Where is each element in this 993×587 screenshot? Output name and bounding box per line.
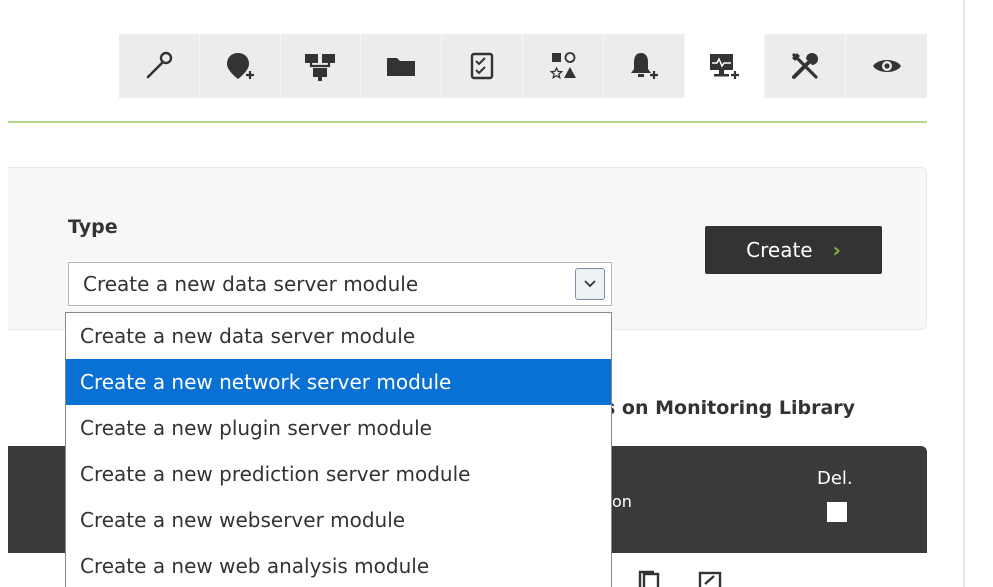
toolbar — [119, 34, 927, 98]
delete-column-label: Del. — [817, 468, 853, 489]
dropdown-option[interactable]: Create a new plugin server module — [66, 405, 611, 451]
toolbar-network-button[interactable] — [281, 34, 362, 98]
table-column-fragment: on — [612, 492, 632, 511]
add-monitor-icon — [710, 54, 740, 79]
row-action-icons — [634, 570, 726, 587]
add-location-icon — [226, 53, 254, 79]
edit-icon[interactable] — [694, 570, 726, 587]
dropdown-option[interactable]: Create a new data server module — [66, 313, 611, 359]
dropdown-option[interactable]: Create a new prediction server module — [66, 451, 611, 497]
toolbar-eye-button[interactable] — [846, 34, 927, 98]
toolbar-shapes-button[interactable] — [523, 34, 604, 98]
add-alert-icon — [630, 53, 658, 79]
type-dropdown-list: Create a new data server module Create a… — [65, 312, 612, 587]
chevron-right-icon: › — [832, 238, 841, 262]
dropdown-option[interactable]: Create a new webserver module — [66, 497, 611, 543]
folder-icon — [387, 58, 416, 76]
toolbar-wand-button[interactable] — [119, 34, 200, 98]
type-select-value: Create a new data server module — [83, 272, 419, 296]
toolbar-checklist-button[interactable] — [442, 34, 523, 98]
copy-icon[interactable] — [634, 570, 666, 587]
type-label: Type — [68, 216, 118, 238]
network-icon — [305, 54, 336, 81]
tools-icon — [792, 53, 819, 79]
toolbar-add-alert-button[interactable] — [604, 34, 685, 98]
toolbar-add-monitor-button[interactable] — [684, 34, 766, 98]
section-divider — [8, 121, 927, 123]
right-divider — [963, 0, 965, 587]
toolbar-folder-button[interactable] — [361, 34, 443, 98]
delete-all-checkbox[interactable] — [827, 502, 847, 522]
wand-icon — [146, 51, 173, 79]
shapes-icon — [549, 52, 576, 80]
toolbar-tools-button[interactable] — [765, 34, 847, 98]
checklist-icon — [470, 52, 494, 80]
type-select[interactable]: Create a new data server module — [68, 262, 612, 306]
chevron-down-icon[interactable] — [575, 268, 605, 300]
create-button[interactable]: Create › — [705, 226, 882, 274]
toolbar-add-location-button[interactable] — [200, 34, 281, 98]
dropdown-option-highlighted[interactable]: Create a new network server module — [66, 359, 611, 405]
create-button-label: Create — [746, 238, 813, 262]
dropdown-option[interactable]: Create a new web analysis module — [66, 543, 611, 587]
eye-icon — [872, 60, 901, 72]
table-heading: s on Monitoring Library — [604, 397, 856, 419]
